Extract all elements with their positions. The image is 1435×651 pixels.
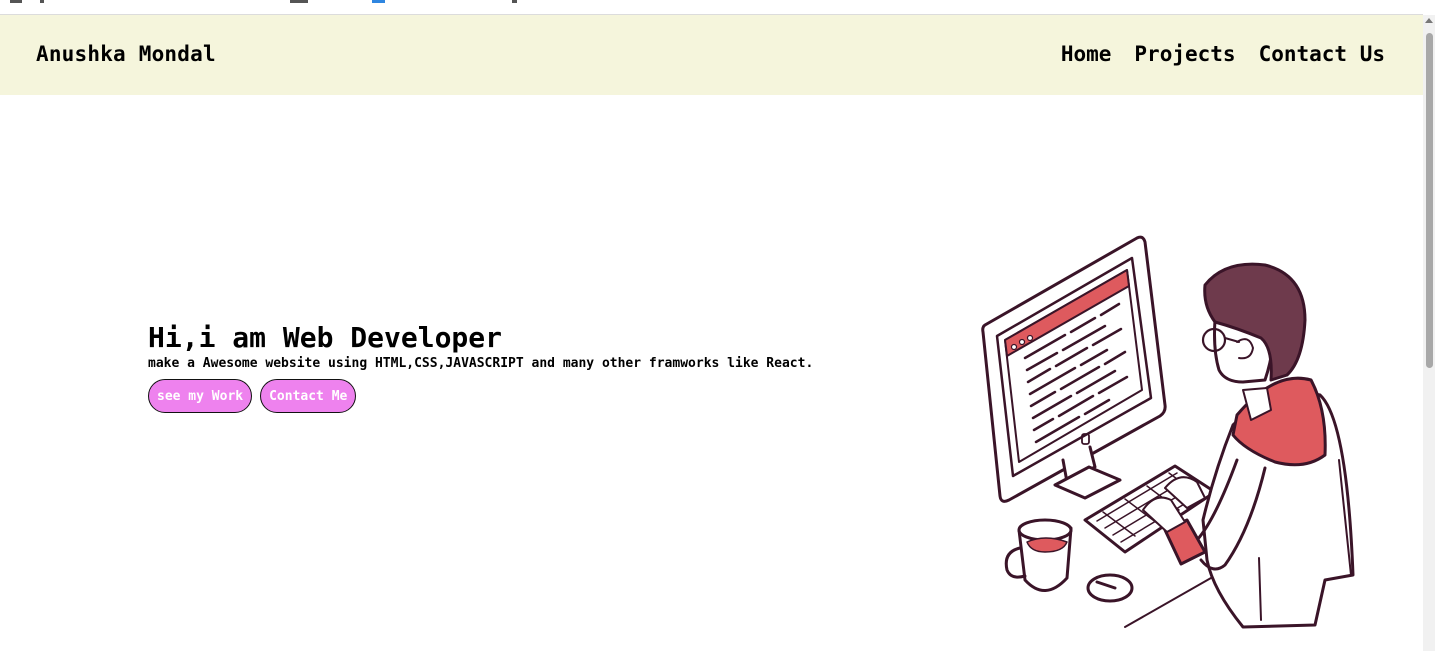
nav-link-contact-us[interactable]: Contact Us — [1259, 42, 1385, 66]
nav-link-projects[interactable]: Projects — [1134, 42, 1235, 66]
vertical-scrollbar[interactable] — [1423, 15, 1435, 651]
hero-section: Hi,i am Web Developer make a Awesome web… — [148, 322, 813, 413]
browser-top-strip — [0, 0, 1423, 15]
developer-illustration — [975, 230, 1365, 639]
nav-link-home[interactable]: Home — [1061, 42, 1112, 66]
nav-links: Home Projects Contact Us — [1061, 42, 1385, 66]
brand-name: Anushka Mondal — [36, 42, 216, 66]
hero-subtitle: make a Awesome website using HTML,CSS,JA… — [148, 356, 814, 371]
developer-at-computer-icon — [981, 235, 1355, 629]
hero-buttons: see my Work Contact Me — [148, 379, 813, 413]
scroll-up-arrow-icon[interactable] — [1425, 18, 1433, 23]
navbar: Anushka Mondal Home Projects Contact Us — [0, 15, 1423, 95]
hero-title: Hi,i am Web Developer — [148, 321, 503, 354]
contact-me-button[interactable]: Contact Me — [260, 379, 357, 413]
see-my-work-button[interactable]: see my Work — [148, 379, 253, 413]
scrollbar-thumb[interactable] — [1426, 33, 1433, 368]
